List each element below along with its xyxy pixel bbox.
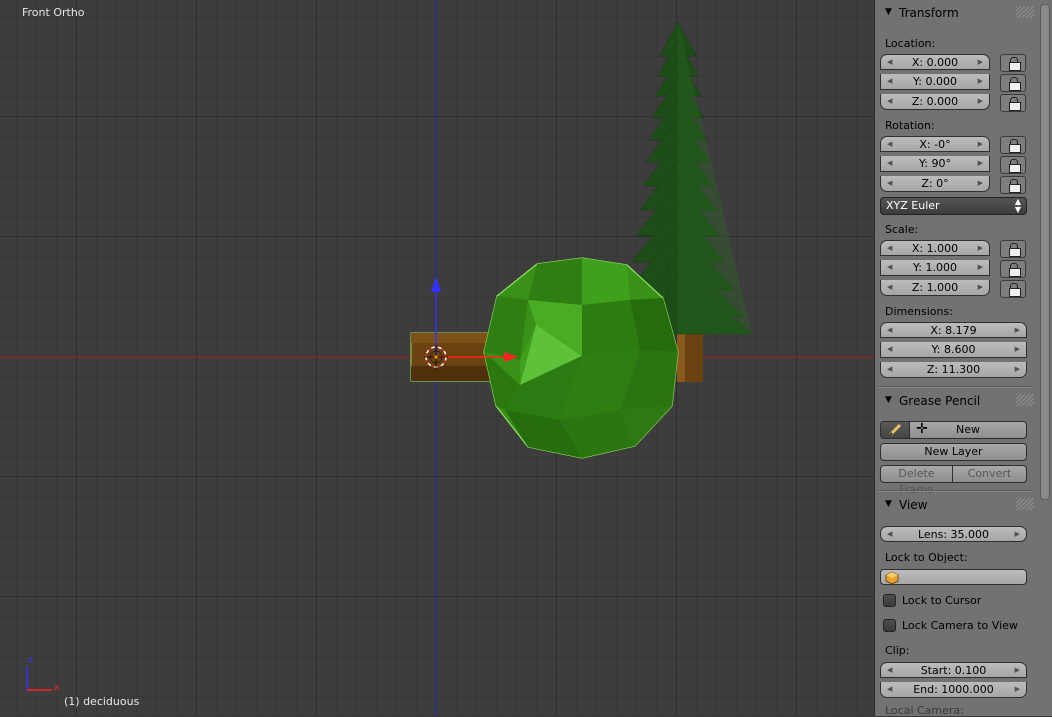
lock-to-cursor-checkbox[interactable] [883, 594, 896, 607]
panel-divider [878, 490, 1032, 492]
lock-to-object-label: Lock to Object: [885, 551, 968, 564]
rotation-x-field[interactable]: ◀ X: -0° ▶ [880, 136, 990, 152]
active-object-label: (1) deciduous [64, 695, 140, 708]
clip-label: Clip: [885, 644, 910, 657]
lock-to-object-field[interactable] [880, 569, 1027, 585]
lock-scale-z-icon[interactable] [1000, 280, 1026, 298]
lock-camera-to-view-checkbox[interactable] [883, 619, 896, 632]
transform-header-label: Transform [899, 6, 959, 20]
transform-panel-header[interactable]: ▼ Transform [880, 2, 1034, 24]
drag-grip-icon[interactable] [1016, 394, 1034, 406]
location-x-field[interactable]: ◀ X: 0.000 ▶ [880, 54, 990, 70]
lock-rotation-y-icon[interactable] [1000, 156, 1026, 174]
lock-to-cursor-label: Lock to Cursor [902, 594, 982, 607]
location-y-field[interactable]: ◀ Y: 0.000 ▶ [880, 74, 990, 90]
panel-divider [878, 386, 1032, 388]
view-header-label: View [899, 498, 928, 512]
drag-grip-icon[interactable] [1016, 6, 1034, 18]
scale-label: Scale: [885, 223, 919, 236]
view-panel-header[interactable]: ▼ View [880, 494, 1034, 516]
lock-location-z-icon[interactable] [1000, 94, 1026, 112]
panel-scrollbar[interactable] [1040, 4, 1050, 500]
scale-z-field[interactable]: ◀ Z: 1.000 ▶ [880, 280, 990, 296]
new-grease-pencil-button[interactable]: ✛ New [909, 421, 1027, 439]
local-camera-label: Local Camera: [885, 704, 964, 717]
dimensions-z-field[interactable]: ◀ Z: 11.300 ▶ [880, 362, 1027, 378]
lock-rotation-z-icon[interactable] [1000, 176, 1026, 194]
lock-scale-x-icon[interactable] [1000, 240, 1026, 258]
clip-start-field[interactable]: ◀ Start: 0.100 ▶ [880, 662, 1027, 678]
scale-y-field[interactable]: ◀ Y: 1.000 ▶ [880, 260, 990, 276]
scale-x-field[interactable]: ◀ X: 1.000 ▶ [880, 240, 990, 256]
dimensions-y-field[interactable]: ◀ Y: 8.600 ▶ [880, 342, 1027, 358]
updown-arrows-icon: ▲ ▼ [1014, 197, 1021, 214]
lock-location-x-icon[interactable] [1000, 54, 1026, 72]
lock-rotation-x-icon[interactable] [1000, 136, 1026, 154]
axis-widget-x-label: x [54, 683, 60, 693]
collapse-triangle-icon: ▼ [885, 395, 892, 405]
collapse-triangle-icon: ▼ [885, 7, 892, 17]
grease-pencil-panel-header[interactable]: ▼ Grease Pencil [880, 390, 1034, 412]
new-button-label: New [956, 423, 980, 436]
object-cube-icon [885, 571, 899, 585]
grease-pencil-header-label: Grease Pencil [899, 394, 981, 408]
new-layer-button[interactable]: New Layer [880, 443, 1027, 461]
rotation-z-field[interactable]: ◀ Z: 0° ▶ [880, 176, 990, 192]
location-z-field[interactable]: ◀ Z: 0.000 ▶ [880, 94, 990, 110]
dimensions-label: Dimensions: [885, 305, 953, 318]
convert-button[interactable]: Convert [952, 465, 1027, 483]
rotation-mode-dropdown[interactable]: XYZ Euler ▲ ▼ [880, 197, 1027, 215]
lock-location-y-icon[interactable] [1000, 74, 1026, 92]
clip-end-field[interactable]: ◀ End: 1000.000 ▶ [880, 682, 1027, 698]
lock-scale-y-icon[interactable] [1000, 260, 1026, 278]
rotation-mode-value: XYZ Euler [886, 199, 940, 212]
drag-grip-icon[interactable] [1016, 498, 1034, 510]
view-name-label: Front Ortho [22, 6, 85, 19]
delete-frame-button[interactable]: Delete Frame [880, 465, 953, 496]
grease-pencil-slot-button[interactable] [880, 421, 910, 439]
pencil-icon [888, 423, 902, 437]
collapse-triangle-icon: ▼ [885, 499, 892, 509]
axis-widget-z-label: z [28, 655, 33, 665]
lock-camera-to-view-label: Lock Camera to View [902, 619, 1018, 632]
lens-field[interactable]: ◀ Lens: 35.000 ▶ [880, 526, 1027, 542]
3d-viewport[interactable]: z x Front Ortho (1) deciduous [0, 0, 874, 716]
rotation-label: Rotation: [885, 119, 935, 132]
axis-widget: z x [26, 655, 60, 693]
location-label: Location: [885, 37, 936, 50]
rotation-y-field[interactable]: ◀ Y: 90° ▶ [880, 156, 990, 172]
scene-canvas[interactable]: z x [0, 0, 874, 716]
plus-icon: ✛ [916, 421, 928, 437]
dimensions-x-field[interactable]: ◀ X: 8.179 ▶ [880, 322, 1027, 338]
